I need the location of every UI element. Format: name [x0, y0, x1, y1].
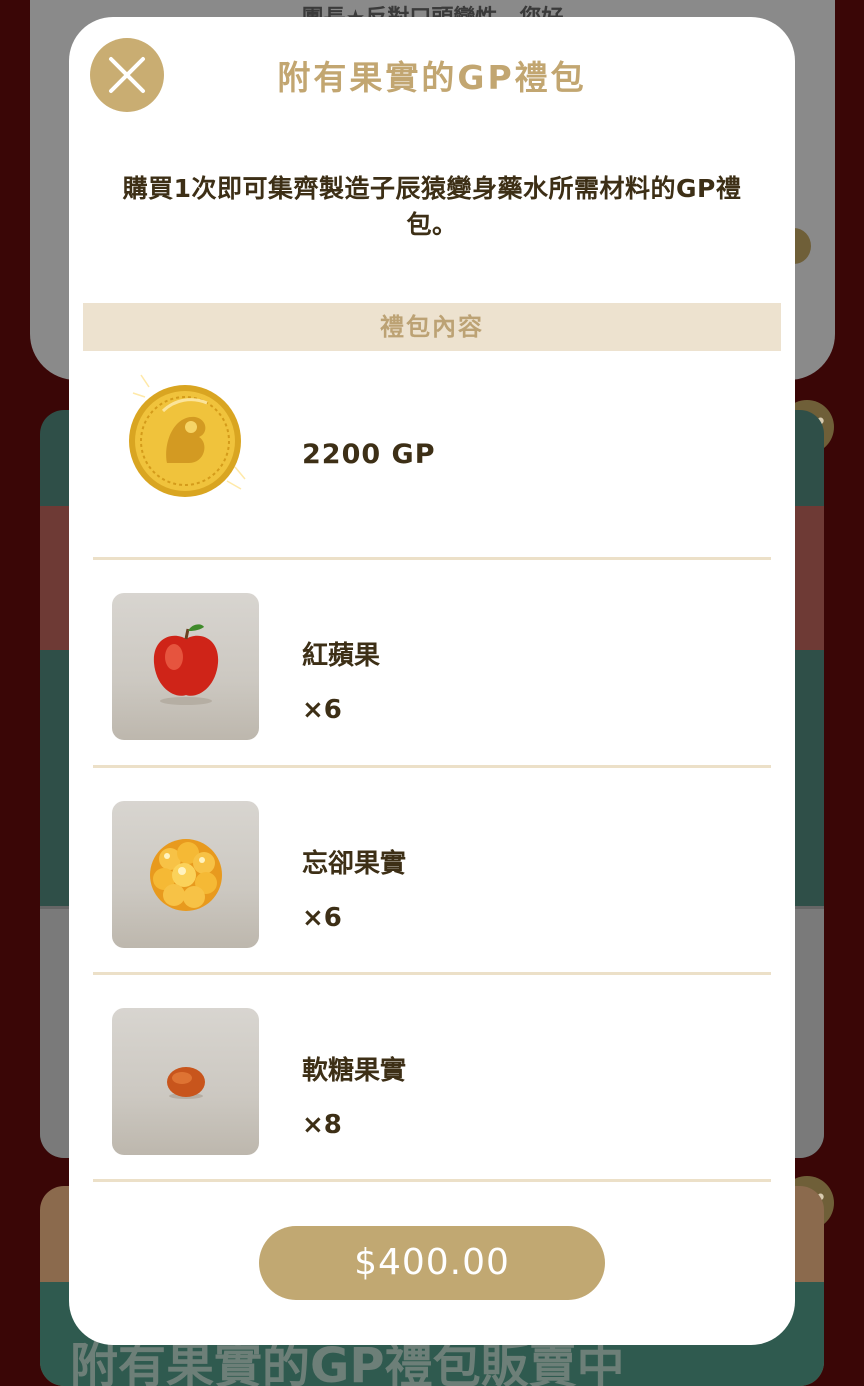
- pack-item-name: 忘卻果實: [302, 849, 407, 879]
- gold-coin-icon: [123, 371, 251, 499]
- pack-item-quantity: ×8: [302, 1110, 342, 1140]
- purchase-price-button[interactable]: $400.00: [259, 1226, 605, 1300]
- pack-contents-header: 禮包內容: [83, 303, 781, 351]
- item-thumbnail: [112, 1008, 259, 1155]
- pack-item-row: 忘卻果實 ×6: [93, 768, 771, 975]
- dialog-title: 附有果實的GP禮包: [277, 58, 587, 97]
- gift-pack-dialog: 附有果實的GP禮包 購買1次即可集齊製造子辰猿變身藥水所需材料的GP禮包。 禮包…: [69, 17, 795, 1345]
- pack-item-name: 紅蘋果: [302, 641, 381, 671]
- gummy-fruit-icon: [167, 1067, 205, 1099]
- pack-item-name: 2200 GP: [302, 439, 436, 470]
- item-thumbnail: [112, 593, 259, 740]
- forget-fruit-icon: [150, 839, 222, 911]
- pack-item-row: 軟糖果實 ×8: [93, 975, 771, 1182]
- pack-item-row: 2200 GP: [93, 351, 771, 560]
- pack-item-row: 紅蘋果 ×6: [93, 560, 771, 768]
- dialog-description: 購買1次即可集齊製造子辰猿變身藥水所需材料的GP禮包。: [122, 174, 742, 239]
- pack-item-quantity: ×6: [302, 695, 342, 725]
- red-apple-icon: [153, 624, 219, 705]
- item-thumbnail: [112, 801, 259, 948]
- pack-item-name: 軟糖果實: [302, 1056, 407, 1086]
- pack-item-quantity: ×6: [302, 903, 342, 933]
